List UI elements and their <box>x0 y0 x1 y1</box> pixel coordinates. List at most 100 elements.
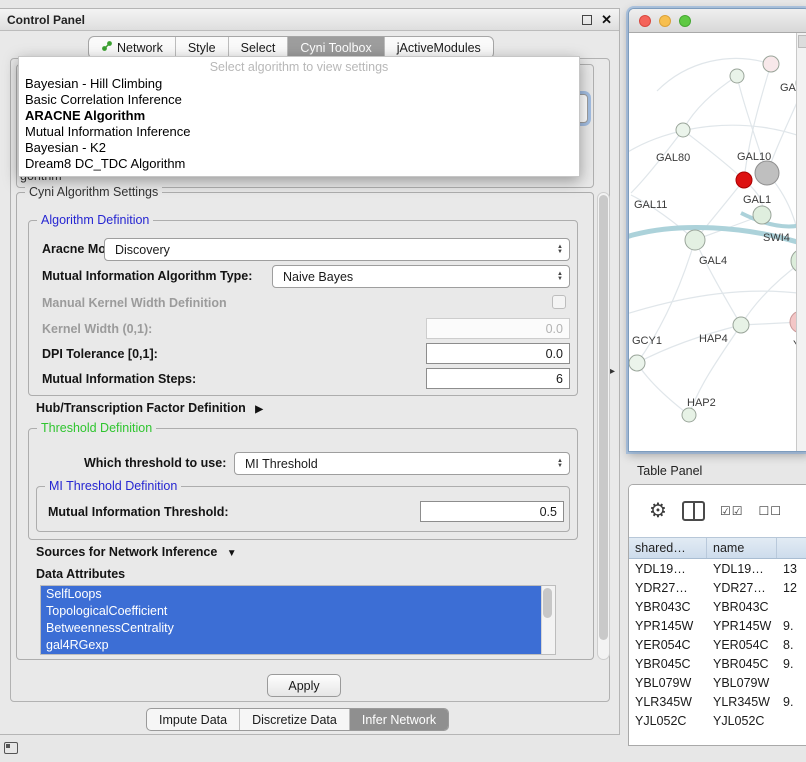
table-panel: ⚙ ☑☑ ☐☐ shared…name YDL19…YDL19…13YDR27…… <box>628 484 806 746</box>
tab-label: jActiveModules <box>397 41 481 55</box>
algorithm-option[interactable]: Bayesian - Hill Climbing <box>19 76 579 92</box>
network-node[interactable] <box>736 172 752 188</box>
sources-section-toggle[interactable]: Sources for Network Inference ▼ <box>36 545 237 559</box>
table-cell: YJL052C <box>707 714 777 728</box>
which-threshold-value: MI Threshold <box>245 457 551 471</box>
hub-section-toggle[interactable]: Hub/Transcription Factor Definition ▶ <box>36 401 263 415</box>
which-threshold-combo[interactable]: MI Threshold ▲▼ <box>234 452 570 475</box>
algorithm-option[interactable]: Mutual Information Inference <box>19 124 579 140</box>
table-row[interactable]: YDR27…YDR27…12 <box>629 578 806 597</box>
column-header[interactable] <box>777 538 806 558</box>
apply-button[interactable]: Apply <box>267 674 341 697</box>
list-scrollbar[interactable] <box>541 586 555 654</box>
algorithm-option[interactable]: ARACNE Algorithm <box>19 108 579 124</box>
close-traffic-light[interactable] <box>639 15 651 27</box>
scrollbar-box[interactable] <box>798 35 806 48</box>
dropdown-placeholder: Select algorithm to view settings <box>19 59 579 76</box>
column-header[interactable]: name <box>707 538 777 558</box>
manual-kernel-checkbox[interactable] <box>552 295 566 309</box>
network-scrollbar[interactable] <box>796 33 806 452</box>
tab-style[interactable]: Style <box>176 37 229 58</box>
cyni-algorithm-settings-title: Cyni Algorithm Settings <box>25 185 162 199</box>
table-cell: 9. <box>777 619 806 633</box>
mi-type-value: Naive Bayes <box>283 270 551 284</box>
threshold-definition-title: Threshold Definition <box>37 421 156 435</box>
float-window-icon[interactable] <box>582 15 592 25</box>
table-cell: YDL19… <box>629 562 707 576</box>
table-cell: YLR345W <box>707 695 777 709</box>
scrollbar-thumb[interactable] <box>543 588 552 618</box>
table-cell: YBR045C <box>707 657 777 671</box>
deselect-all-icon[interactable]: ☐☐ <box>758 501 782 521</box>
kernel-width-value: 0.0 <box>546 322 563 336</box>
column-header[interactable]: shared… <box>629 538 707 558</box>
table-row[interactable]: YJL052CYJL052C <box>629 711 806 730</box>
network-canvas[interactable]: GAL80GAL10GAL11GAL1SWI4GAL4GCY1HAP4HAP2G… <box>629 33 806 452</box>
kernel-width-field[interactable]: 0.0 <box>426 318 570 339</box>
dpi-tolerance-field[interactable]: 0.0 <box>426 343 570 364</box>
table-row[interactable]: YER054CYER054C8. <box>629 635 806 654</box>
gear-icon[interactable]: ⚙ <box>649 501 667 521</box>
attribute-item[interactable]: gal4RGexp <box>41 637 541 654</box>
zoom-traffic-light[interactable] <box>679 15 691 27</box>
column-chooser-icon[interactable] <box>682 501 705 521</box>
minimize-traffic-light[interactable] <box>659 15 671 27</box>
tab-discretize-data[interactable]: Discretize Data <box>240 709 350 730</box>
table-row[interactable]: YPR145WYPR145W9. <box>629 616 806 635</box>
table-cell: YPR145W <box>629 619 707 633</box>
data-attributes-label: Data Attributes <box>36 567 125 581</box>
panel-toggle-icon[interactable] <box>4 742 18 754</box>
attribute-item[interactable]: BetweennessCentrality <box>41 620 541 637</box>
scrollbar-thumb[interactable] <box>599 195 608 640</box>
network-node[interactable] <box>685 230 705 250</box>
table-row[interactable]: YBL079WYBL079W <box>629 673 806 692</box>
network-node[interactable] <box>629 355 645 371</box>
mi-type-combo[interactable]: Naive Bayes ▲▼ <box>272 265 570 288</box>
tab-network[interactable]: Network <box>89 37 176 58</box>
tab-infer-network[interactable]: Infer Network <box>350 709 448 730</box>
network-window-titlebar <box>629 9 806 33</box>
table-cell: YBR045C <box>629 657 707 671</box>
table-cell: YPR145W <box>707 619 777 633</box>
network-node[interactable] <box>763 56 779 72</box>
table-cell: YLR345W <box>629 695 707 709</box>
algorithm-option[interactable]: Dream8 DC_TDC Algorithm <box>19 156 579 172</box>
mi-threshold-label: Mutual Information Threshold: <box>48 505 229 519</box>
node-label: HAP4 <box>699 333 728 345</box>
network-node[interactable] <box>753 206 771 224</box>
chevron-right-icon: ▶ <box>255 404 263 415</box>
network-node[interactable] <box>682 408 696 422</box>
network-node[interactable] <box>733 317 749 333</box>
tab-cyni-toolbox[interactable]: Cyni Toolbox <box>288 37 384 58</box>
attribute-item[interactable]: TopologicalCoefficient <box>41 603 541 620</box>
algorithm-option[interactable]: Basic Correlation Inference <box>19 92 579 108</box>
tab-jactivemodules[interactable]: jActiveModules <box>385 37 493 58</box>
mi-steps-field[interactable]: 6 <box>426 368 570 389</box>
dropdown-items: Bayesian - Hill ClimbingBasic Correlatio… <box>19 76 579 172</box>
hub-section-label: Hub/Transcription Factor Definition <box>36 401 246 415</box>
algorithm-option[interactable]: Bayesian - K2 <box>19 140 579 156</box>
settings-scrollbar[interactable] <box>597 192 610 660</box>
table-row[interactable]: YDL19…YDL19…13 <box>629 559 806 578</box>
table-body: YDL19…YDL19…13YDR27…YDR27…12YBR043CYBR04… <box>629 559 806 730</box>
close-icon[interactable]: ✕ <box>601 13 612 26</box>
tab-impute-data[interactable]: Impute Data <box>147 709 240 730</box>
network-edge <box>657 58 771 91</box>
select-all-icon[interactable]: ☑☑ <box>720 501 744 521</box>
panel-collapse-arrow[interactable]: ▸ <box>610 366 615 377</box>
tab-label: Network <box>117 41 163 55</box>
tab-select[interactable]: Select <box>229 37 289 58</box>
table-row[interactable]: YLR345WYLR345W9. <box>629 692 806 711</box>
mi-threshold-field[interactable]: 0.5 <box>420 501 564 522</box>
table-cell: 9. <box>777 695 806 709</box>
aracne-mode-combo[interactable]: Discovery ▲▼ <box>104 238 570 261</box>
dpi-tolerance-label: DPI Tolerance [0,1]: <box>42 347 158 361</box>
network-node[interactable] <box>755 161 779 185</box>
bottom-tabs: Impute DataDiscretize DataInfer Network <box>146 708 449 731</box>
network-node[interactable] <box>676 123 690 137</box>
attribute-items: SelfLoopsTopologicalCoefficientBetweenne… <box>41 586 541 654</box>
table-row[interactable]: YBR043CYBR043C <box>629 597 806 616</box>
network-node[interactable] <box>730 69 744 83</box>
attribute-item[interactable]: SelfLoops <box>41 586 541 603</box>
table-row[interactable]: YBR045CYBR045C9. <box>629 654 806 673</box>
